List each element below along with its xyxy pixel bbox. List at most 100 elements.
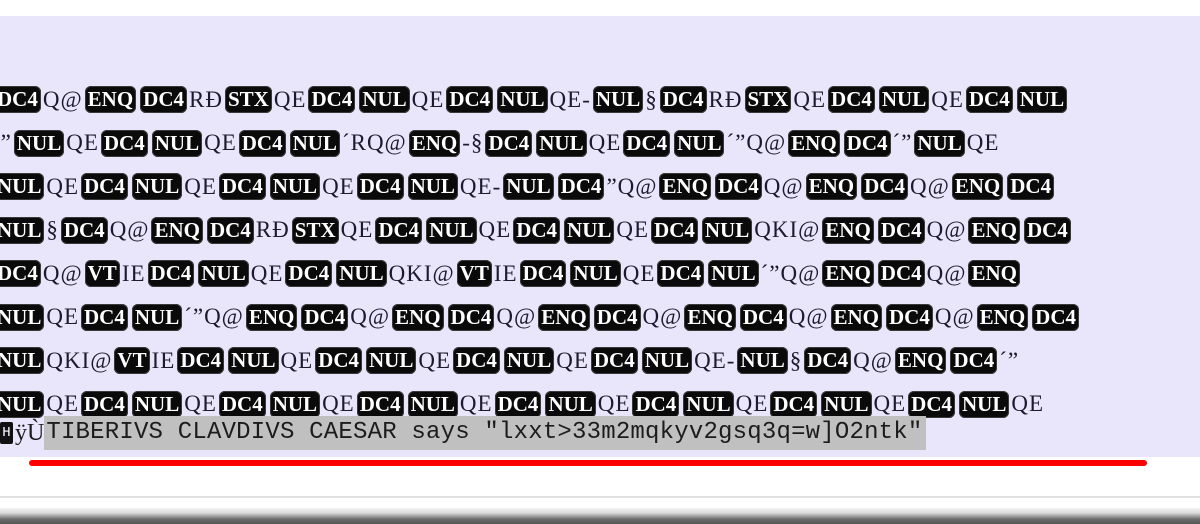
control-char-badge: NUL xyxy=(407,173,458,201)
control-char-badge: STX xyxy=(744,86,792,114)
plain-chars: QE- xyxy=(694,347,736,373)
control-char-badge: DC4 xyxy=(140,86,187,114)
control-char-badge: ENQ xyxy=(968,260,1020,288)
plain-chars: Q@ xyxy=(642,304,683,330)
plain-chars: Q@ xyxy=(926,260,967,286)
plain-chars: § xyxy=(645,86,658,112)
plain-chars: QE xyxy=(418,347,452,373)
control-char-badge: DC4 xyxy=(623,129,671,157)
plain-chars: IE xyxy=(121,260,146,286)
control-char-badge: DC4 xyxy=(593,303,641,331)
control-char-badge: NUL xyxy=(536,129,587,157)
control-char-badge: ENQ xyxy=(788,129,840,157)
control-char-badge: DC4 xyxy=(739,303,787,331)
control-char-badge: NUL xyxy=(0,216,45,244)
red-underline-annotation xyxy=(29,460,1147,466)
control-char-badge: NUL xyxy=(289,129,340,157)
control-char-badge: DC4 xyxy=(965,86,1013,114)
plain-chars: IE xyxy=(151,347,176,373)
control-char-badge: DC4 xyxy=(238,129,286,157)
control-char-badge: NUL xyxy=(131,303,183,331)
plain-chars: QE xyxy=(66,130,99,156)
plain-chars: QKI@ xyxy=(388,260,455,286)
control-char-badge: DC4 xyxy=(590,347,638,375)
control-char-badge: DC4 xyxy=(843,129,891,157)
text-editor-area[interactable]: DC4 Q@ ENQ DC4 RĐ STX QE DC4 NUL QE DC4 NUL QE- NUL § D… xyxy=(0,16,1200,457)
plain-chars: QE xyxy=(411,86,445,112)
plain-chars: RĐ xyxy=(189,86,223,112)
control-char-badge: DC4 xyxy=(1007,173,1055,201)
plain-chars: QKI@ xyxy=(46,347,113,373)
plain-chars: ´RQ@ xyxy=(341,130,407,156)
control-char-badge: VT xyxy=(456,260,492,288)
control-char-badge: DC4 xyxy=(659,86,707,114)
control-char-badge: DC4 xyxy=(315,347,363,375)
control-char-badge: DC4 xyxy=(218,173,266,201)
control-char-badge: DC4 xyxy=(356,173,404,201)
control-char-badge: NUL xyxy=(359,86,410,114)
control-char-badge: NUL xyxy=(0,173,45,201)
plain-chars: QE xyxy=(340,217,374,243)
control-char-badge: DC4 xyxy=(557,173,605,201)
plain-chars: QE xyxy=(556,347,589,373)
plain-chars: Q@ xyxy=(763,173,804,199)
control-char-badge: DC4 xyxy=(0,86,41,114)
plain-chars: Q@ xyxy=(42,86,83,112)
control-char-badge: DC4 xyxy=(1032,303,1080,331)
plain-chars: QE xyxy=(280,347,314,373)
text-line: DC4 Q@ VT IE DC4 NUL QE DC4 NUL QKI@ VT IE DC4 NUL QE D… xyxy=(0,252,1081,296)
control-char-badge: ENQ xyxy=(976,303,1029,331)
plain-chars: QE xyxy=(250,260,284,286)
plain-chars: QE xyxy=(184,173,217,199)
control-char-badge: ENQ xyxy=(805,173,858,201)
control-char-badge: NUL xyxy=(0,303,45,331)
bottom-scroll-bar[interactable] xyxy=(0,508,1200,524)
plain-chars: Q@ xyxy=(926,217,967,243)
control-char-badge: DC4 xyxy=(60,216,108,244)
control-char-badge: DC4 xyxy=(147,260,195,288)
control-char-badge: NUL xyxy=(708,260,759,288)
control-char-badge: NUL xyxy=(151,129,203,157)
control-char-badge: DC4 xyxy=(519,260,567,288)
plain-chars: IE xyxy=(493,260,518,286)
control-char-badge: DC4 xyxy=(485,129,533,157)
plain-chars: -§ xyxy=(462,130,484,156)
control-char-badge: ENQ xyxy=(538,303,590,331)
control-char-badge: ENQ xyxy=(408,129,461,157)
plain-chars: Q@ xyxy=(496,304,537,330)
control-char-badge: DC4 xyxy=(453,347,500,375)
plain-chars: QE xyxy=(273,86,307,112)
control-char-badge: NUL xyxy=(959,390,1010,418)
control-char-badge: DC4 xyxy=(1023,216,1071,244)
plain-chars: Q@ xyxy=(853,347,893,373)
selected-text[interactable]: TIBERIVS CLAVDIVS CAESAR says "lxxt>33m2… xyxy=(44,416,927,450)
control-char-badge: DC4 xyxy=(301,303,349,331)
control-char-badge: NUL xyxy=(503,347,555,375)
control-char-badge: DC4 xyxy=(861,173,908,201)
control-char-badge: NUL xyxy=(592,86,644,114)
plain-chars: QE xyxy=(322,173,355,199)
control-char-badge: DC4 xyxy=(308,86,356,114)
plain-chars: RĐ xyxy=(708,86,743,112)
control-char-badge: NUL xyxy=(641,347,693,375)
control-char-badge: NUL xyxy=(503,173,554,201)
plain-chars: ”Q@ xyxy=(606,173,658,199)
control-char-badge: DC4 xyxy=(877,260,925,288)
control-char-badge: NUL xyxy=(878,86,930,114)
control-char-badge: DC4 xyxy=(81,173,128,201)
plain-chars: Q@ xyxy=(42,260,83,286)
plain-chars: Q@ xyxy=(109,217,150,243)
control-char-badge: VT xyxy=(114,347,150,375)
plain-chars: QE xyxy=(616,217,650,243)
text-line: NUL § DC4 Q@ ENQ DC4 RĐ STX QE DC4 NUL QE DC4 NUL QE DC… xyxy=(0,209,1081,253)
control-char-badge: STX xyxy=(224,86,272,114)
text-line: ´”NULQEDC4NULQEDC4NUL´RQ@ENQ-§DC4NULQEDC… xyxy=(0,122,1081,166)
control-char-badge: NUL xyxy=(198,260,249,288)
plain-chars: Q@ xyxy=(350,304,391,330)
control-char-badge: DC4 xyxy=(657,260,705,288)
control-char-badge: ENQ xyxy=(245,303,298,331)
control-char-badge: NUL xyxy=(497,86,548,114)
control-char-badge: NUL xyxy=(336,260,387,288)
plain-chars: § xyxy=(46,217,59,243)
highlighted-line[interactable]: H ÿÙ TIBERIVS CLAVDIVS CAESAR says "lxxt… xyxy=(0,413,927,453)
